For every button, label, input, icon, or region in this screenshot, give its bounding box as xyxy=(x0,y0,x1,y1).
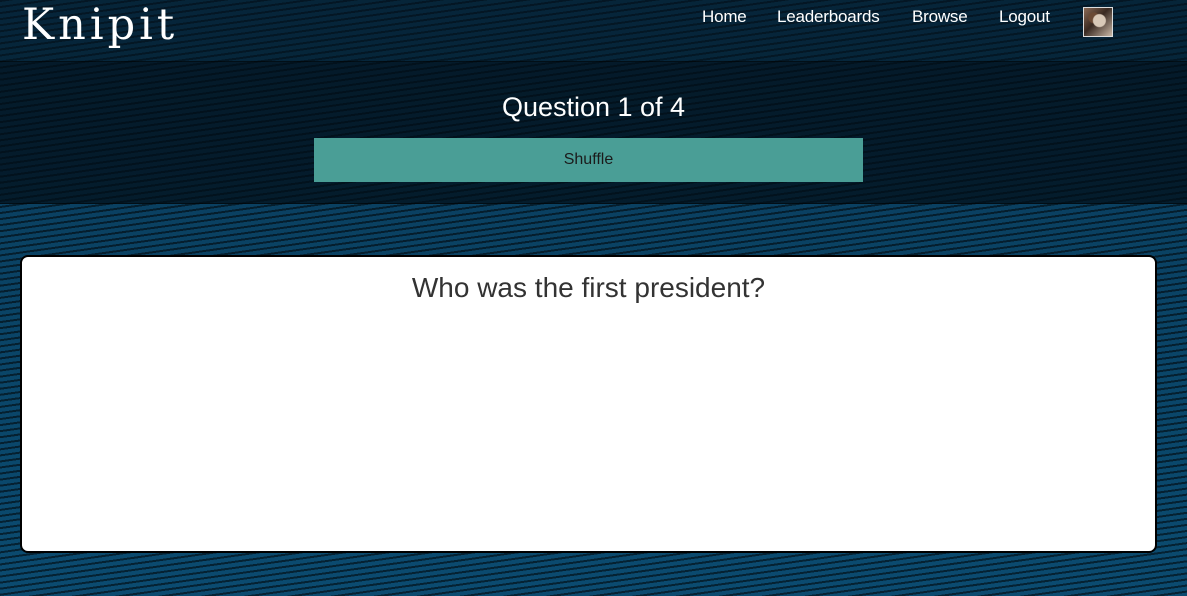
user-avatar-icon[interactable] xyxy=(1083,7,1113,37)
quiz-header: Question 1 of 4 Shuffle xyxy=(0,62,1187,204)
nav-logout-link[interactable]: Logout xyxy=(999,6,1050,28)
nav-home-link[interactable]: Home xyxy=(702,6,747,28)
card-question-text: Who was the first president? xyxy=(411,272,766,303)
top-navbar: Knipit Home Leaderboards Browse Logout xyxy=(0,0,1187,62)
flashcard[interactable]: Who was the first president? xyxy=(20,255,1157,553)
nav-browse-link[interactable]: Browse xyxy=(912,6,968,28)
shuffle-button[interactable]: Shuffle xyxy=(314,138,863,182)
question-counter: Question 1 of 4 xyxy=(501,92,686,122)
nav-leaderboards-link[interactable]: Leaderboards xyxy=(777,6,880,28)
app-logo[interactable]: Knipit xyxy=(22,0,178,50)
